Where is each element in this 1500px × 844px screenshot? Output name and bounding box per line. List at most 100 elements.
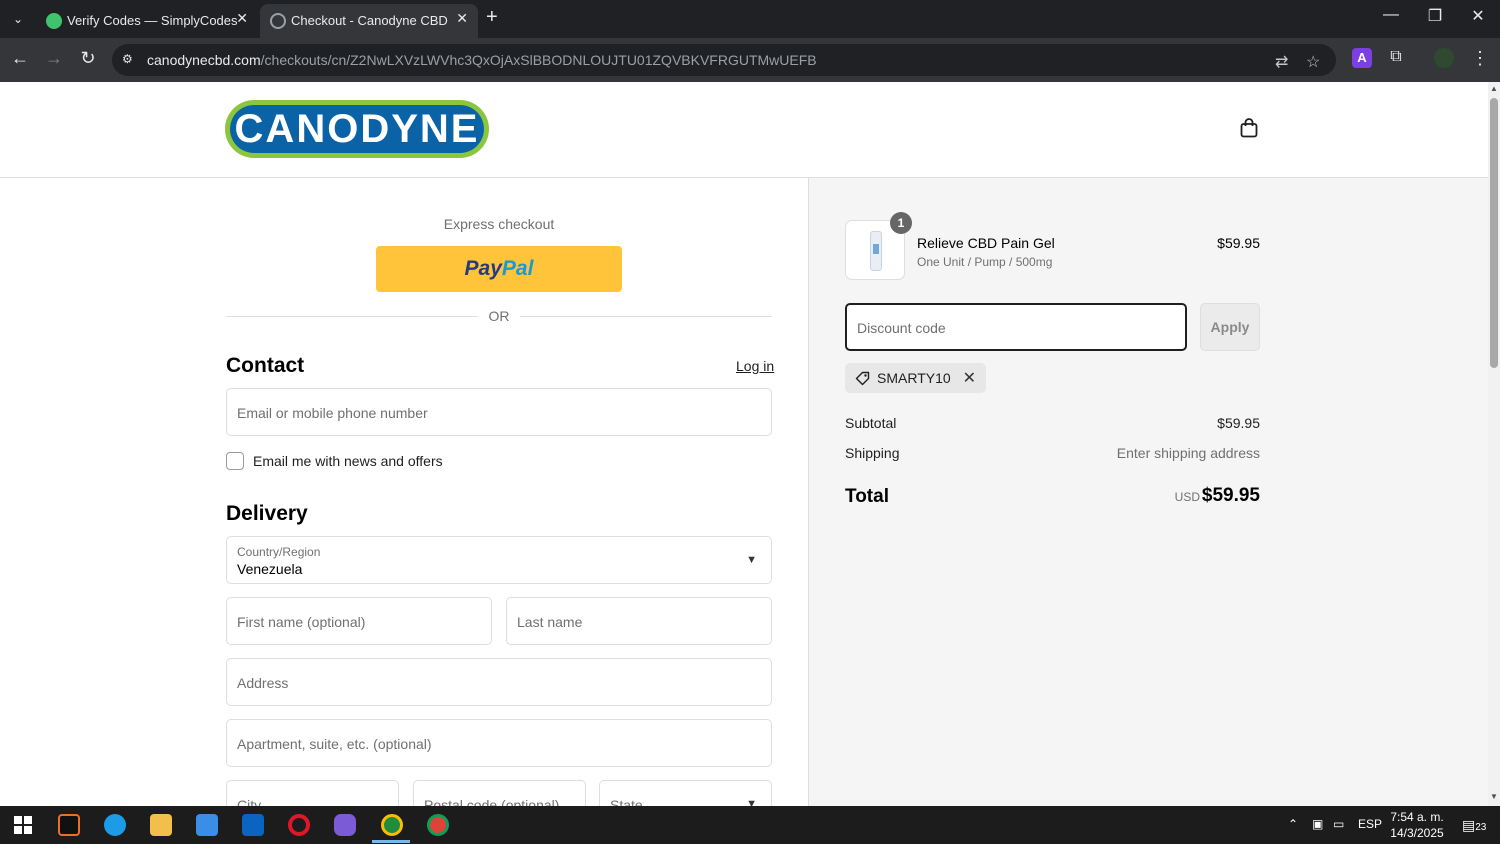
email-field[interactable]: Email or mobile phone number — [226, 388, 772, 436]
newsletter-checkbox[interactable] — [226, 452, 244, 470]
canodyne-logo[interactable]: CANODYNE — [225, 100, 489, 158]
subtotal-label: Subtotal — [845, 415, 897, 431]
site-info-icon[interactable]: ⚙ — [122, 52, 136, 66]
paypal-pal-text: Pal — [501, 257, 534, 280]
total-currency: USD — [1174, 490, 1200, 504]
file-explorer-icon[interactable] — [150, 814, 172, 836]
windows-start-icon[interactable] — [12, 814, 34, 836]
url-domain: canodynecbd.com — [147, 52, 261, 68]
new-tab-icon[interactable]: + — [486, 6, 498, 29]
tab-simplycodes[interactable]: Verify Codes — SimplyCodes ✕ — [36, 4, 258, 38]
product-price: $59.95 — [1217, 235, 1260, 251]
shipping-label: Shipping — [845, 445, 900, 461]
minimize-icon[interactable]: — — [1376, 6, 1406, 24]
language-indicator[interactable]: ESP — [1358, 817, 1382, 831]
paypal-pay-text: Pay — [464, 257, 502, 280]
newsletter-label: Email me with news and offers — [253, 453, 443, 469]
remove-discount-icon[interactable]: ✕ — [963, 368, 976, 388]
back-icon[interactable]: ← — [8, 48, 32, 69]
apply-discount-button[interactable]: Apply — [1200, 303, 1260, 351]
meet-icon[interactable]: ▣ — [1312, 817, 1323, 831]
browser-nav-bar: ← → ↻ ⚙ canodynecbd.com/checkouts/cn/Z2N… — [0, 38, 1500, 82]
scroll-thumb[interactable] — [1490, 98, 1498, 368]
scroll-up-icon[interactable]: ▲ — [1490, 84, 1498, 93]
product-image — [870, 231, 882, 271]
copilot-icon[interactable] — [334, 814, 356, 836]
contact-heading: Contact — [226, 354, 305, 377]
total-label: Total — [845, 486, 889, 507]
applied-code-text: SMARTY10 — [877, 370, 951, 386]
first-name-field[interactable]: First name (optional) — [226, 597, 492, 645]
logo-text: CANODYNE — [230, 105, 484, 153]
notification-count: 23 — [1475, 822, 1487, 833]
state-placeholder: State — [610, 797, 643, 806]
product-variant: One Unit / Pump / 500mg — [917, 255, 1053, 269]
notification-center-icon[interactable]: ▤23 — [1462, 817, 1486, 834]
opera-icon[interactable] — [288, 814, 310, 836]
delivery-heading: Delivery — [226, 502, 308, 525]
checkout-form: Express checkout PayPal OR Contact Log i… — [0, 178, 808, 806]
discount-code-input[interactable]: Discount code — [845, 303, 1187, 351]
windows-taskbar: ⌃ ▣ ▭ ESP 7:54 a. m. 14/3/2025 ▤23 — [0, 806, 1500, 844]
clock-date: 14/3/2025 — [1390, 826, 1444, 840]
shipping-value: Enter shipping address — [1116, 445, 1260, 461]
network-icon[interactable]: ▭ — [1333, 817, 1344, 831]
checkout-page: CANODYNE Express checkout PayPal OR Cont… — [0, 82, 1488, 806]
postal-code-field[interactable]: Postal code (optional) — [413, 780, 586, 806]
chevron-down-icon: ▼ — [746, 554, 757, 566]
extensions-puzzle-icon[interactable]: ⧉ — [1384, 48, 1408, 66]
tab-checkout[interactable]: Checkout - Canodyne CBD ✕ — [260, 4, 478, 38]
page-scrollbar[interactable]: ▲ ▼ — [1488, 82, 1500, 806]
login-link[interactable]: Log in — [736, 358, 774, 374]
city-placeholder: City — [237, 797, 262, 806]
apartment-field[interactable]: Apartment, suite, etc. (optional) — [226, 719, 772, 767]
clock-time: 7:54 a. m. — [1390, 810, 1444, 824]
close-window-icon[interactable]: ✕ — [1463, 6, 1493, 26]
address-placeholder: Address — [237, 675, 289, 691]
translate-icon[interactable]: ⇄ — [1275, 52, 1288, 72]
close-tab-icon[interactable]: ✕ — [456, 10, 468, 27]
url-path: /checkouts/cn/Z2NwLXVzLWVhc3QxOjAxSlBBOD… — [260, 52, 817, 68]
close-tab-icon[interactable]: ✕ — [236, 10, 248, 27]
country-value: Venezuela — [237, 561, 303, 577]
scroll-down-icon[interactable]: ▼ — [1490, 792, 1498, 801]
address-bar[interactable]: ⚙ canodynecbd.com/checkouts/cn/Z2NwLXVzL… — [112, 44, 1336, 76]
order-summary: 1 Relieve CBD Pain Gel One Unit / Pump /… — [808, 178, 1488, 806]
apartment-placeholder: Apartment, suite, etc. (optional) — [237, 736, 432, 752]
bookmark-star-icon[interactable]: ☆ — [1306, 52, 1320, 72]
paypal-button[interactable]: PayPal — [376, 246, 622, 292]
forward-icon[interactable]: → — [42, 48, 66, 69]
store-icon[interactable] — [196, 814, 218, 836]
first-name-placeholder: First name (optional) — [237, 614, 366, 630]
profile-avatar-icon[interactable] — [1434, 48, 1454, 68]
subtotal-value: $59.95 — [1217, 415, 1260, 431]
reload-icon[interactable]: ↻ — [76, 48, 100, 69]
globe-favicon-icon — [270, 13, 286, 29]
url-text: canodynecbd.com/checkouts/cn/Z2NwLXVzLWV… — [147, 52, 817, 68]
total-value: $59.95 — [1201, 485, 1260, 506]
applied-discount-chip: SMARTY10 ✕ — [845, 363, 987, 393]
chrome-icon[interactable] — [381, 814, 403, 836]
app-dark-icon[interactable] — [58, 814, 80, 836]
simplycodes-favicon-icon — [46, 13, 62, 29]
clock[interactable]: 7:54 a. m. 14/3/2025 — [1388, 809, 1446, 841]
address-field[interactable]: Address — [226, 658, 772, 706]
shopping-bag-icon[interactable] — [1240, 118, 1258, 138]
edge-icon[interactable] — [104, 814, 126, 836]
last-name-field[interactable]: Last name — [506, 597, 772, 645]
tab-search-chevron-icon[interactable]: ⌄ — [8, 9, 28, 29]
extension-a-icon[interactable]: A — [1352, 48, 1372, 68]
quantity-badge: 1 — [890, 212, 912, 234]
last-name-placeholder: Last name — [517, 614, 583, 630]
menu-kebab-icon[interactable]: ⋮ — [1468, 48, 1492, 69]
country-select[interactable]: Country/Region Venezuela ▼ — [226, 536, 772, 584]
country-label: Country/Region — [237, 545, 321, 559]
chrome-profile-icon[interactable] — [427, 814, 449, 836]
restore-icon[interactable]: ❐ — [1420, 6, 1450, 26]
outlook-icon[interactable] — [242, 814, 264, 836]
discount-placeholder: Discount code — [857, 320, 946, 336]
state-select[interactable]: State ▼ — [599, 780, 772, 806]
browser-tab-bar: ⌄ Verify Codes — SimplyCodes ✕ Checkout … — [0, 0, 1500, 38]
city-field[interactable]: City — [226, 780, 399, 806]
tray-chevron-icon[interactable]: ⌃ — [1288, 817, 1298, 831]
